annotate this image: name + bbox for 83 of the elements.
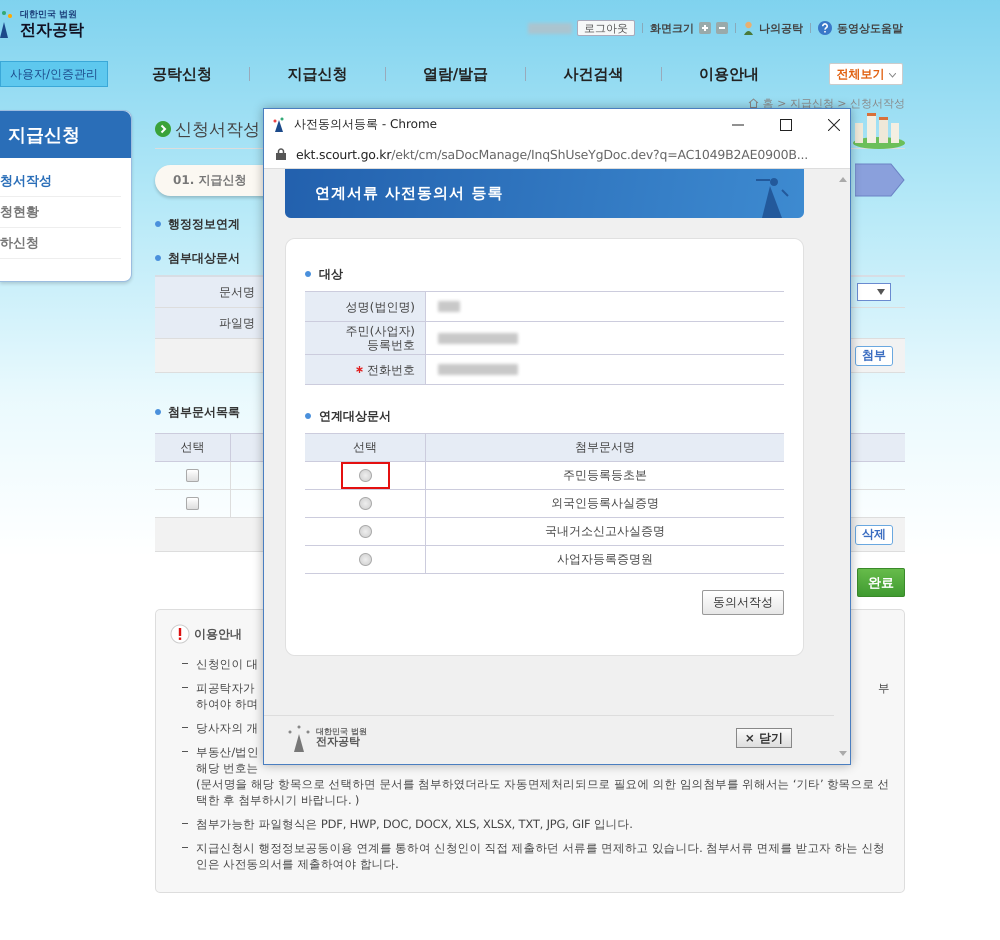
document-name: 사업자등록증명원 <box>556 551 654 568</box>
redacted-value <box>438 301 460 312</box>
radio-button[interactable] <box>358 497 372 510</box>
my-deposit-link[interactable]: 나의공탁 <box>759 20 803 36</box>
logout-button[interactable]: 로그아웃 <box>577 20 635 36</box>
info-text: 지급신청시 행정정보공동이용 연계를 통하여 신청인이 직접 제출하던 서류를 면제하고 있습니다. 첨부서류 면제를 받고자 하는 신청인은 사전동의서를 제출하여야 합니다. <box>196 840 886 872</box>
window-title: 사전동의서등록 - Chrome <box>294 116 438 133</box>
info-text: (문서명을 해당 항목으로 선택하면 문서를 첨부하였더라도 자동면제처리되므로 필요에 의한 임의첨부를 위해서는 ‘기타’ 항목으로 선택한 후 첨부하시기 바랍니다. ) <box>196 776 890 808</box>
nav-menu-item[interactable]: 이용안내 <box>698 64 759 84</box>
column-header: 선택 <box>305 434 426 461</box>
nav-menu-item[interactable]: 지급신청 <box>287 64 348 84</box>
document-name: 국내거소신고사실증명 <box>544 523 666 540</box>
zoom-in-icon[interactable] <box>699 22 711 34</box>
info-title: 이용안내 <box>194 626 242 642</box>
info-text: 당사자의 개 <box>196 720 258 736</box>
all-menu-button[interactable]: 전체보기 <box>829 63 903 85</box>
dash-bullet-icon <box>182 823 188 824</box>
dash-bullet-icon <box>182 687 188 688</box>
logo-subtitle: 대한민국 법원 <box>316 728 367 736</box>
side-menu-title: 지급신청 <box>0 111 131 158</box>
field-label: 전화번호 <box>367 362 415 376</box>
write-consent-button[interactable]: 동의서작성 <box>702 590 784 615</box>
section-heading: 연계대상문서 <box>319 408 391 424</box>
section-heading: 대상 <box>319 266 343 282</box>
section-heading: 행정정보연계 <box>168 216 240 232</box>
delete-button[interactable]: 삭제 <box>855 524 893 544</box>
user-auth-button[interactable]: 사용자/인증관리 <box>0 61 108 87</box>
page-title: 신청서작성 <box>175 118 260 140</box>
info-text: 부동산/법인 <box>196 744 259 760</box>
video-help-link[interactable]: 동영상도움말 <box>837 20 903 36</box>
close-icon[interactable] <box>828 118 840 130</box>
radio-button[interactable] <box>358 553 372 566</box>
radio-button[interactable] <box>358 469 372 482</box>
lock-icon <box>276 148 286 160</box>
help-icon <box>818 21 832 35</box>
close-button[interactable]: × 닫기 <box>736 728 792 748</box>
attach-button[interactable]: 첨부 <box>855 346 893 366</box>
checkbox[interactable] <box>186 497 199 510</box>
column-header: 첨부문서명 <box>574 439 636 456</box>
info-text: 하여야 하며 <box>196 696 258 712</box>
dash-bullet-icon <box>182 727 188 728</box>
arrow-circle-icon <box>155 121 171 137</box>
field-label: 문서명 <box>155 277 263 307</box>
field-label: 성명(법인명) <box>346 300 415 314</box>
nav-menu-item[interactable]: 열람/발급 <box>422 64 488 84</box>
dash-bullet-icon <box>182 663 188 664</box>
info-text: 첨부가능한 파일형식은 PDF, HWP, DOC, DOCX, XLS, XLSX, TXT, JPG, GIF 입니다. <box>196 816 633 832</box>
zoom-out-icon[interactable] <box>716 22 728 34</box>
dropdown-arrow-icon <box>877 289 885 295</box>
dash-bullet-icon <box>182 751 188 752</box>
column-header: 선택 <box>155 434 231 461</box>
radio-button[interactable] <box>358 525 372 538</box>
field-label: 파일명 <box>155 308 263 338</box>
info-text: 부 <box>878 680 890 696</box>
field-label: 주민(사업자) 등록번호 <box>346 324 415 352</box>
logo-title: 전자공탁 <box>20 21 84 39</box>
checkbox[interactable] <box>186 469 199 482</box>
scroll-down-arrow-icon[interactable] <box>839 751 847 756</box>
zoom-label: 화면크기 <box>650 20 694 36</box>
side-menu-item[interactable]: 하신청 <box>0 228 121 259</box>
document-name: 주민등록등초본 <box>562 467 648 484</box>
logo-title: 전자공탁 <box>316 736 360 748</box>
info-text: 피공탁자가 <box>196 680 256 696</box>
side-menu-item[interactable]: 청서작성 <box>0 166 121 197</box>
document-name: 외국인등록사실증명 <box>550 495 660 512</box>
exclamation-icon <box>170 624 190 644</box>
info-text: 신청인이 대 <box>196 656 258 672</box>
redacted-name <box>528 22 572 34</box>
section-heading: 첨부문서목록 <box>168 404 240 420</box>
logo-subtitle: 대한민국 법원 <box>20 11 78 22</box>
caret-icon <box>888 72 896 78</box>
side-menu-item[interactable]: 청현황 <box>0 197 121 228</box>
document-select[interactable] <box>857 283 891 301</box>
dash-bullet-icon <box>182 847 188 848</box>
step-arrow-icon <box>855 163 905 197</box>
maximize-icon[interactable] <box>780 118 792 130</box>
scroll-up-arrow-icon[interactable] <box>839 177 847 182</box>
home-icon <box>748 98 759 108</box>
nav-menu-item[interactable]: 사건검색 <box>564 64 624 84</box>
nav-menu-item[interactable]: 공탁신청 <box>152 64 212 84</box>
person-icon <box>743 21 754 35</box>
info-text: 해당 번호는 <box>196 760 258 776</box>
section-heading: 첨부대상문서 <box>168 250 240 266</box>
